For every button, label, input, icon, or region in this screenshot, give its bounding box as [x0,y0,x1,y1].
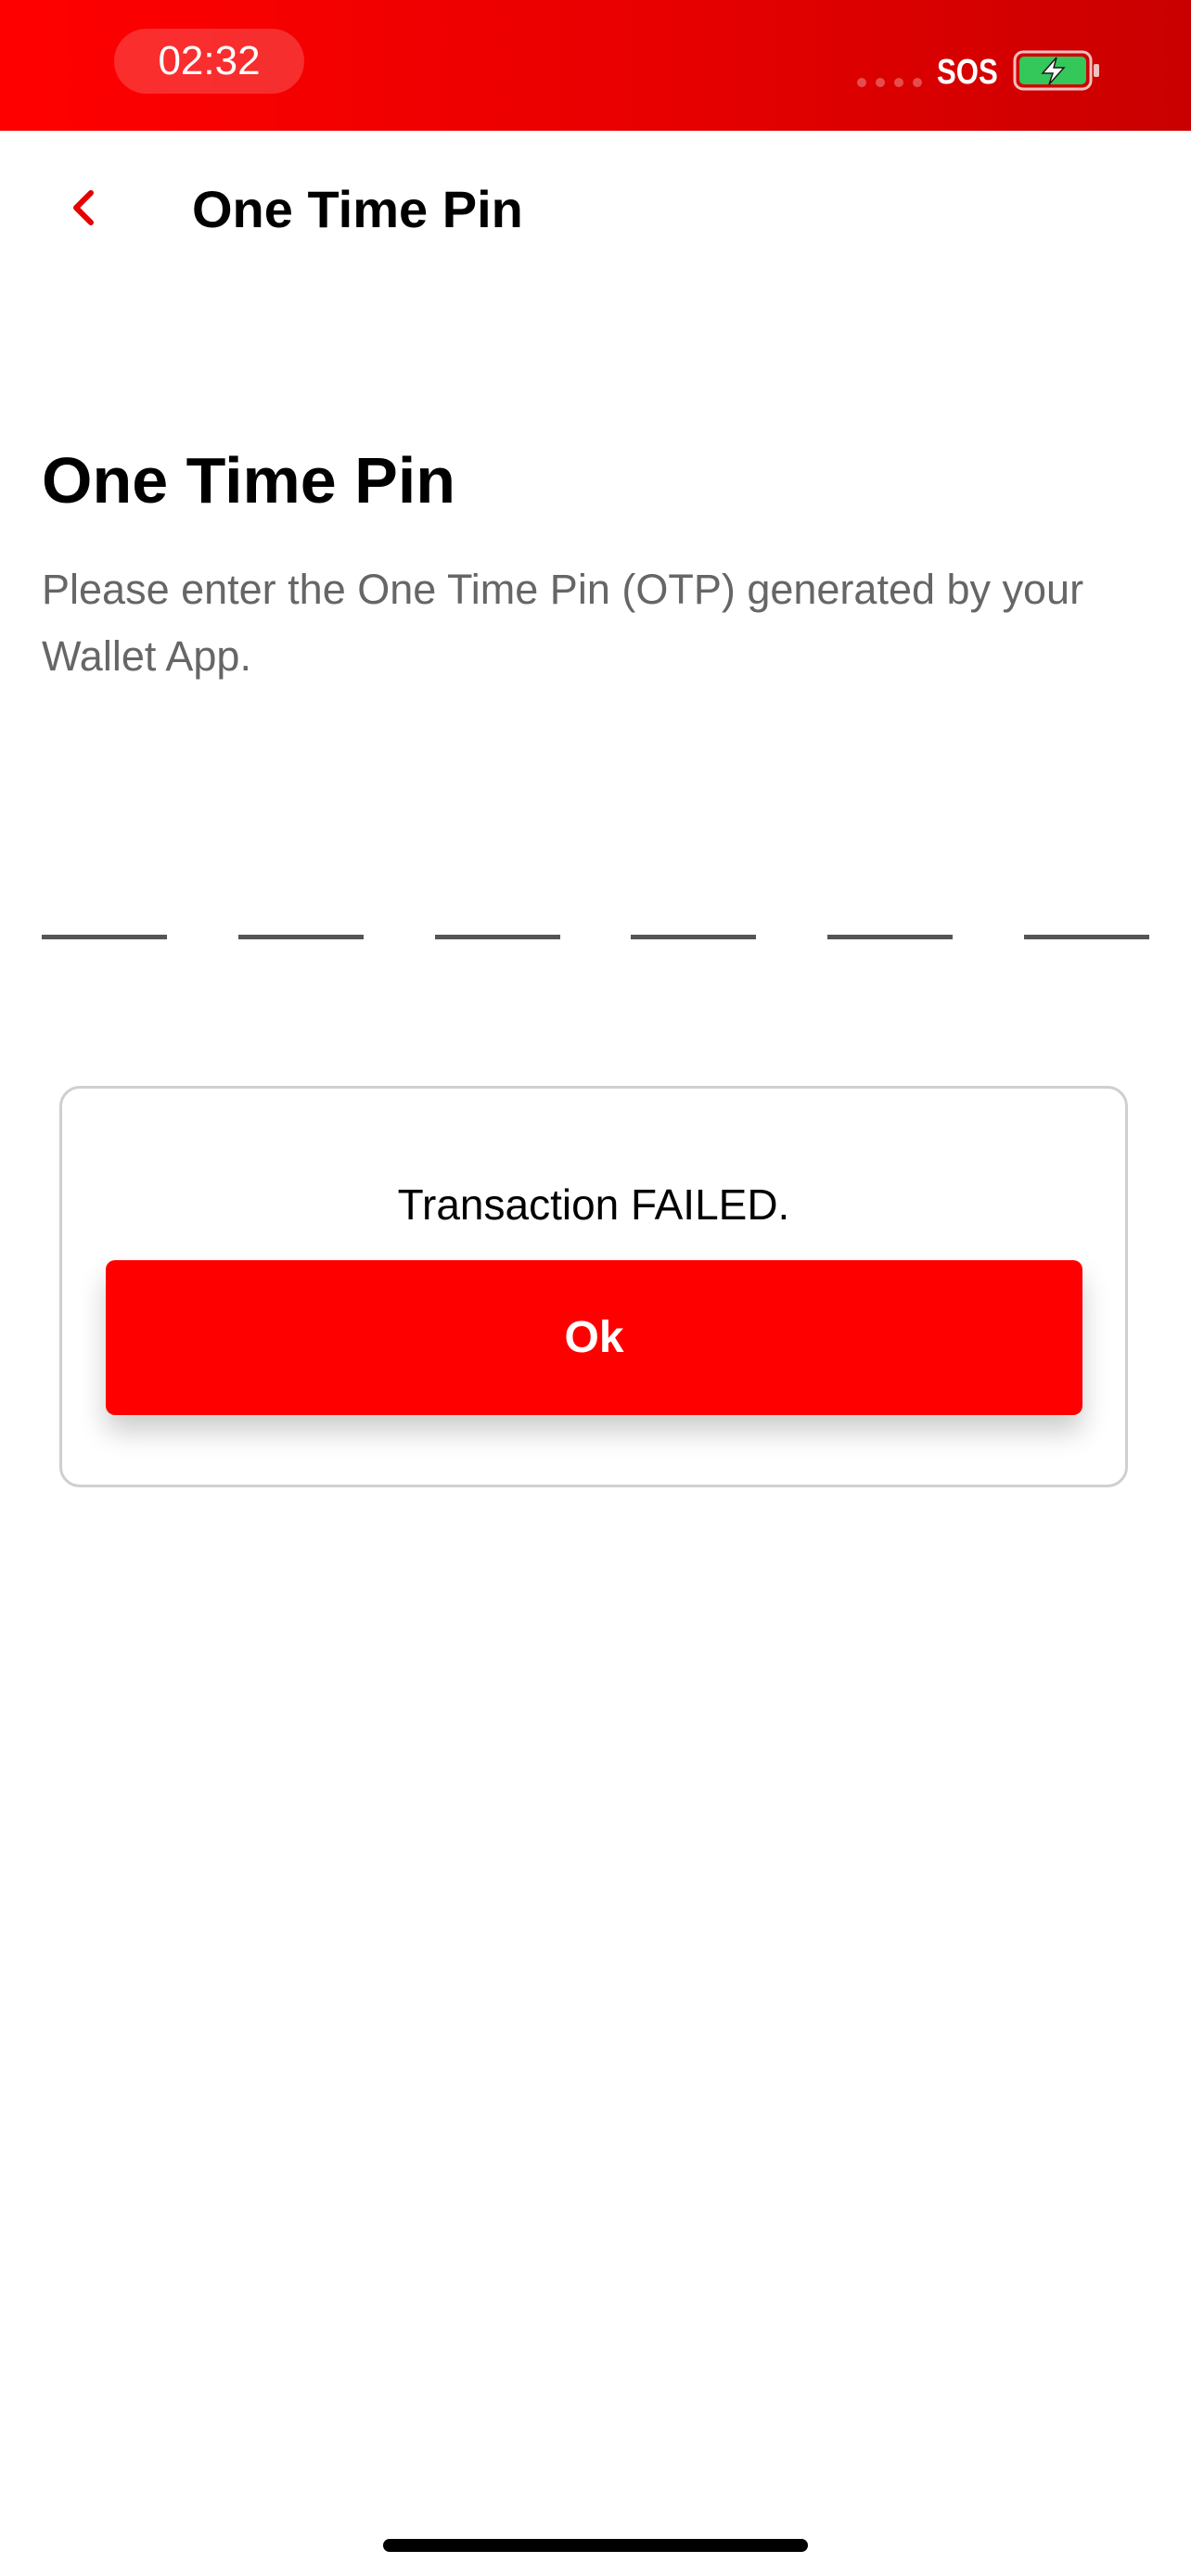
battery-charging-icon [1013,50,1102,91]
signal-dots-icon [857,78,922,87]
otp-digit-1[interactable] [42,881,167,939]
nav-bar: One Time Pin [0,131,1191,288]
status-time: 02:32 [114,29,304,94]
alert-message: Transaction FAILED. [397,1180,790,1229]
otp-digit-4[interactable] [631,881,756,939]
otp-input-row [42,881,1149,939]
back-button[interactable] [51,175,116,240]
otp-digit-6[interactable] [1024,881,1149,939]
page-description: Please enter the One Time Pin (OTP) gene… [42,566,1084,680]
ok-button[interactable]: Ok [106,1260,1082,1415]
chevron-left-icon [73,190,94,225]
status-bar: 02:32 SOS [0,0,1191,131]
nav-title: One Time Pin [192,180,523,238]
home-indicator[interactable] [383,2539,808,2552]
sos-indicator: SOS [937,53,998,92]
page-title: One Time Pin [42,444,456,516]
otp-digit-5[interactable] [827,881,953,939]
otp-digit-2[interactable] [238,881,364,939]
alert-dialog: Transaction FAILED. Ok [59,1086,1128,1487]
otp-digit-3[interactable] [435,881,560,939]
